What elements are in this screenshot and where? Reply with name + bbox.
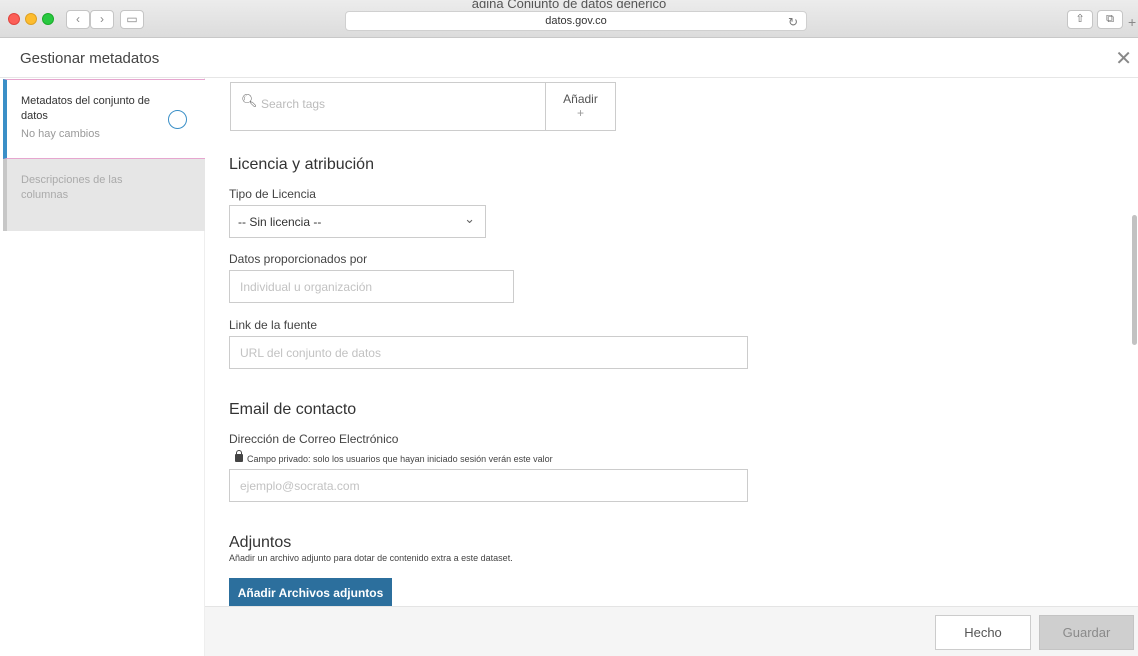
close-window-button[interactable] xyxy=(8,13,20,25)
tags-field: 🔍︎ Añadir + xyxy=(230,82,616,131)
metadata-form: 🔍︎ Añadir + Licencia y atribución Tipo d… xyxy=(205,78,1138,606)
sidebar-item-status: No hay cambios xyxy=(21,128,100,140)
minimize-window-button[interactable] xyxy=(25,13,37,25)
lock-icon xyxy=(235,450,243,462)
chevron-down-icon: ⌄ xyxy=(464,211,475,226)
add-attachments-button[interactable]: Añadir Archivos adjuntos xyxy=(229,578,392,606)
share-icon[interactable]: ⇧ xyxy=(1067,10,1093,29)
back-icon[interactable]: ‹ xyxy=(66,10,90,29)
browser-page-title: ágina Conjunto de datos generico xyxy=(471,0,667,8)
license-type-value: -- Sin licencia -- xyxy=(238,215,322,229)
sidebar-item-dataset-metadata[interactable]: Metadatos del conjunto de datos No hay c… xyxy=(3,79,206,159)
attachments-description: Añadir un archivo adjunto para dotar de … xyxy=(229,553,513,563)
url-bar[interactable]: datos.gov.co ↻ xyxy=(345,11,807,31)
reload-icon[interactable]: ↻ xyxy=(788,13,798,31)
scrollbar[interactable] xyxy=(1132,215,1137,345)
email-field[interactable] xyxy=(229,469,748,502)
sidebar-item-label: Descripciones de las columnas xyxy=(21,174,123,201)
sidebar-item-column-descriptions[interactable]: Descripciones de las columnas xyxy=(3,159,205,231)
zoom-window-button[interactable] xyxy=(42,13,54,25)
search-tags-input[interactable] xyxy=(261,97,541,111)
done-button[interactable]: Hecho xyxy=(935,615,1031,650)
tabs-overview-icon[interactable]: ⧉ xyxy=(1097,10,1123,29)
browser-chrome: ágina Conjunto de datos generico ‹ › ▭ d… xyxy=(0,0,1138,38)
save-button[interactable]: Guardar xyxy=(1039,615,1134,650)
source-link-input[interactable] xyxy=(229,336,748,369)
sidebar-toggle-icon[interactable]: ▭ xyxy=(120,10,144,29)
progress-circle-icon xyxy=(168,110,187,129)
add-tag-button[interactable]: Añadir + xyxy=(545,82,616,131)
attachments-heading: Adjuntos xyxy=(229,534,292,551)
forward-icon[interactable]: › xyxy=(90,10,114,29)
close-icon[interactable]: ✕ xyxy=(1115,46,1132,71)
license-type-label: Tipo de Licencia xyxy=(229,187,316,201)
provided-by-label: Datos proporcionados por xyxy=(229,252,368,266)
add-tag-label: Añadir xyxy=(563,92,598,106)
dialog-header: Gestionar metadatos ✕ xyxy=(0,38,1138,78)
url-text: datos.gov.co xyxy=(545,15,607,27)
plus-icon: + xyxy=(576,106,584,120)
dialog-footer: Hecho Guardar xyxy=(205,606,1138,656)
email-label: Dirección de Correo Electrónico xyxy=(229,432,399,446)
private-note-text: Campo privado: solo los usuarios que hay… xyxy=(247,454,553,464)
provided-by-input[interactable] xyxy=(229,270,514,303)
license-heading: Licencia y atribución xyxy=(229,156,374,173)
new-tab-icon[interactable]: + xyxy=(1128,14,1136,30)
sidebar-item-label: Metadatos del conjunto de datos xyxy=(21,95,151,122)
contact-heading: Email de contacto xyxy=(229,401,357,418)
license-type-select[interactable]: -- Sin licencia -- ⌄ xyxy=(229,205,486,238)
source-link-label: Link de la fuente xyxy=(229,318,318,332)
search-icon: 🔍︎ xyxy=(241,93,258,108)
private-field-note: Campo privado: solo los usuarios que hay… xyxy=(235,450,553,464)
dialog-title: Gestionar metadatos xyxy=(20,50,160,67)
sidebar: Metadatos del conjunto de datos No hay c… xyxy=(0,78,206,656)
